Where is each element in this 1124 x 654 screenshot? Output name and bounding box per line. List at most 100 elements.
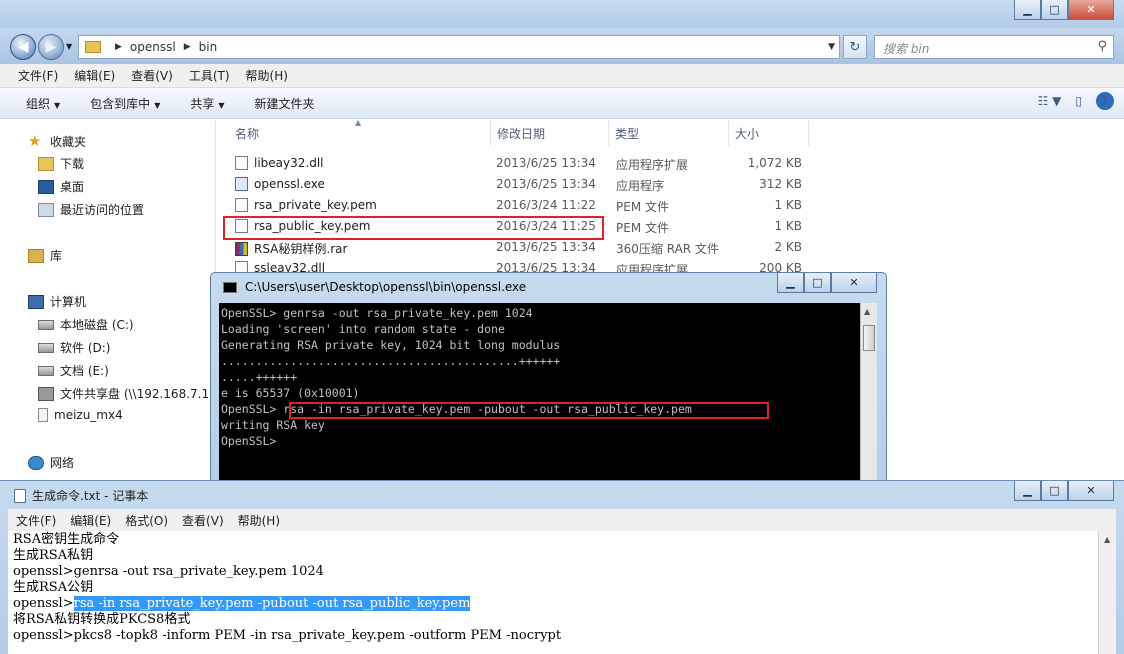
nav-favorites[interactable]: ★ 收藏夹 [28,132,86,150]
network-icon [28,455,44,470]
nav-downloads-label: 下载 [60,157,85,171]
refresh-button[interactable]: ↻ [843,35,867,59]
disk-icon [38,365,54,376]
menu-help[interactable]: 帮助(H) [238,512,280,529]
file-row[interactable]: libeay32.dll 2013/6/25 13:34 应用程序扩展 1,07… [217,153,817,174]
address-bar-area: ◀ ▶ ▼ ▶ openssl ▶ bin ▼ ↻ 搜索 bin ⚲ [0,28,1124,64]
nav-disk-c-label: 本地磁盘 (C:) [60,318,134,332]
selected-text: rsa -in rsa_private_key.pem -pubout -out… [73,596,471,611]
text-prefix: openssl> [13,596,74,611]
nav-desktop-label: 桌面 [60,180,85,194]
file-name: rsa_private_key.pem [254,198,377,212]
view-options-icon[interactable]: ☷ ▼ [1038,94,1062,108]
chevron-down-icon[interactable]: ▼ [828,42,835,52]
file-row[interactable]: openssl.exe 2013/6/25 13:34 应用程序 312 KB [217,174,817,195]
close-button[interactable]: ✕ [831,273,877,293]
minimize-button[interactable]: ▁ [777,273,804,293]
file-name-cell: openssl.exe [235,177,325,191]
include-library-button[interactable]: 包含到库中 ▼ [90,95,160,112]
menu-tools[interactable]: 工具(T) [189,67,230,84]
nav-computer[interactable]: 计算机 [28,293,86,310]
file-size: 1,072 KB [747,156,802,170]
file-row[interactable]: rsa_private_key.pem 2016/3/24 11:22 PEM … [217,195,817,216]
address-input[interactable]: ▶ openssl ▶ bin ▼ [78,35,840,59]
nav-disk-d-label: 软件 (D:) [60,341,111,355]
nav-disk-c[interactable]: 本地磁盘 (C:) [38,316,134,333]
text-line: openssl>genrsa -out rsa_private_key.pem … [13,564,324,579]
text-line: 生成RSA公钥 [13,580,94,595]
preview-pane-icon[interactable]: ▯ [1075,94,1082,108]
nav-phone[interactable]: meizu_mx4 [38,408,123,422]
console-line: OpenSSL> genrsa -out rsa_private_key.pem… [221,306,533,320]
menu-view[interactable]: 查看(V) [182,512,224,529]
menu-edit[interactable]: 编辑(E) [74,67,115,84]
menu-format[interactable]: 格式(O) [125,512,168,529]
search-icon[interactable]: ⚲ [1097,39,1107,54]
file-date: 2013/6/25 13:34 [496,177,596,191]
nav-disk-d[interactable]: 软件 (D:) [38,339,110,356]
maximize-button[interactable]: □ [804,273,831,293]
folder-icon [38,156,54,171]
nav-recent-label: 最近访问的位置 [60,203,145,217]
notepad-text-area[interactable]: RSA密钥生成命令 生成RSA私钥 openssl>genrsa -out rsa_… [8,531,1098,654]
file-size: 1 KB [774,219,802,233]
nav-libraries[interactable]: 库 [28,247,62,264]
notepad-icon [14,488,26,503]
minimize-button[interactable]: ▁ [1014,481,1041,501]
nav-downloads[interactable]: 下载 [38,155,84,172]
organize-button[interactable]: 组织 ▼ [26,95,60,112]
minimize-button[interactable]: ▁ [1014,0,1041,20]
column-header-type[interactable]: 类型 [609,120,729,146]
file-name-cell: rsa_private_key.pem [235,198,377,212]
navigation-pane: ★ 收藏夹 下载 桌面 最近访问的位置 库 计算机 本地磁盘 (C:) 软件 (D… [0,120,217,480]
share-label: 共享 [190,96,215,111]
rar-archive-icon [235,241,248,256]
chevron-right-icon[interactable]: ▶ [184,42,191,52]
breadcrumb-openssl[interactable]: openssl [130,40,176,54]
scroll-up-icon[interactable]: ▲ [1104,535,1110,544]
help-icon[interactable]: ? [1096,92,1114,110]
file-type: 应用程序 [616,179,665,193]
forward-button[interactable]: ▶ [38,34,64,60]
recent-places-icon [38,202,54,217]
nav-libraries-label: 库 [50,249,63,263]
nav-disk-e[interactable]: 文档 (E:) [38,362,109,379]
scroll-thumb[interactable] [863,325,875,351]
menu-view[interactable]: 查看(V) [131,67,173,84]
maximize-button[interactable]: □ [1041,481,1068,501]
nav-network-share[interactable]: 文件共享盘 (\\192.168.7.12 [38,385,217,402]
column-header-date[interactable]: 修改日期 [491,120,609,146]
maximize-button[interactable]: □ [1041,0,1068,20]
chevron-right-icon[interactable]: ▶ [115,42,122,52]
nav-network-label: 网络 [50,456,75,470]
nav-recent[interactable]: 最近访问的位置 [38,201,144,218]
search-input[interactable]: 搜索 bin ⚲ [874,35,1114,59]
scroll-up-icon[interactable]: ▲ [864,307,870,316]
history-dropdown-icon[interactable]: ▼ [66,42,72,51]
menu-edit[interactable]: 编辑(E) [70,512,111,529]
explorer-menubar: 文件(F) 编辑(E) 查看(V) 工具(T) 帮助(H) [0,64,1124,88]
menu-file[interactable]: 文件(F) [16,512,56,529]
breadcrumb-bin[interactable]: bin [199,40,218,54]
close-button[interactable]: ✕ [1068,0,1114,20]
close-button[interactable]: ✕ [1068,481,1114,501]
file-row[interactable]: RSA秘钥样例.rar 2013/6/25 13:34 360压缩 RAR 文件… [217,237,817,258]
menu-file[interactable]: 文件(F) [18,67,58,84]
share-button[interactable]: 共享 ▼ [190,95,224,112]
menu-help[interactable]: 帮助(H) [246,67,288,84]
notepad-scrollbar[interactable]: ▲ [1098,531,1116,654]
column-header-name[interactable]: 名称 ▲ [229,118,491,146]
new-folder-button[interactable]: 新建文件夹 [255,95,315,112]
console-scrollbar[interactable]: ▲ [860,303,877,507]
console-line: e is 65537 (0x10001) [221,386,360,400]
text-line: 将RSA私钥转换成PKCS8格式 [13,612,191,627]
explorer-titlebar: ▁ □ ✕ [0,0,1124,28]
text-line: openssl>rsa -in rsa_private_key.pem -pub… [13,596,1093,612]
nav-desktop[interactable]: 桌面 [38,178,84,195]
nav-network[interactable]: 网络 [28,454,74,471]
back-button[interactable]: ◀ [10,34,36,60]
column-header-size[interactable]: 大小 [729,120,809,146]
text-line: openssl>pkcs8 -topk8 -inform PEM -in rsa… [13,628,562,643]
nav-disk-e-label: 文档 (E:) [60,364,109,378]
console-output[interactable]: OpenSSL> genrsa -out rsa_private_key.pem… [219,303,860,507]
